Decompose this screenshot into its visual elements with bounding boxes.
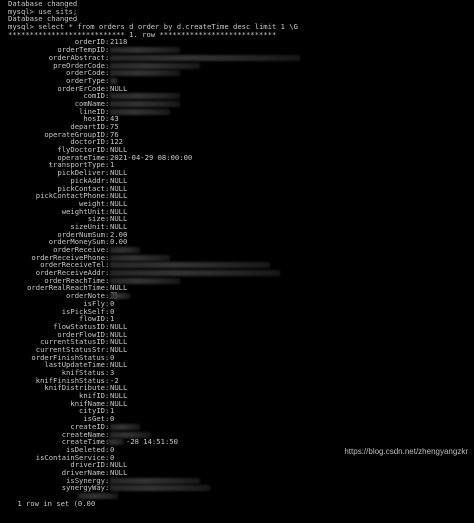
terminal-window[interactable]: Database changed mysql> use sits; Database… bbox=[0, 0, 474, 507]
table-row: comName: bbox=[0, 100, 474, 108]
table-row: driverID: NULL bbox=[0, 461, 474, 469]
field-value: 0 bbox=[110, 414, 115, 424]
redaction-blur bbox=[110, 54, 300, 61]
table-row: knifDistribute: NULL bbox=[0, 384, 474, 392]
result-footer: 1 row in set (0.00 bbox=[0, 492, 474, 507]
redaction-blur bbox=[110, 485, 210, 492]
redaction-blur bbox=[110, 247, 140, 253]
row-separator: *************************** 1. row *****… bbox=[8, 29, 277, 39]
table-row: orderNote:测 bbox=[0, 292, 474, 300]
table-row: weightUnit: NULL bbox=[0, 207, 474, 216]
redaction-blur bbox=[110, 423, 140, 430]
redaction-blur bbox=[110, 108, 170, 115]
redaction-blur bbox=[110, 77, 118, 84]
watermark-text: https://blog.csdn.net/zhengyangzkr bbox=[344, 447, 468, 457]
result-rows: orderID:2118 orderTempID: orderAbstract: pr… bbox=[0, 38, 474, 492]
table-row: isSynergy: bbox=[0, 475, 474, 485]
table-row: lineID: bbox=[0, 107, 474, 116]
table-row: comID: bbox=[0, 92, 474, 100]
footer-text: 1 row in set (0.00 bbox=[17, 498, 96, 508]
table-row: knifName: NULL bbox=[0, 400, 474, 408]
field-name: isSynergy bbox=[66, 475, 105, 485]
redaction-blur bbox=[110, 477, 200, 484]
field-colon: : bbox=[105, 483, 110, 493]
table-row: isPickSelf:0 bbox=[0, 307, 474, 316]
field-value: NULL bbox=[110, 83, 128, 93]
redaction-blur bbox=[110, 100, 180, 107]
field-name: synergyWay bbox=[61, 483, 105, 493]
redaction-blur bbox=[110, 262, 270, 269]
field-value: 0 bbox=[110, 452, 115, 462]
field-value: 2021-04-29 08:00:00 bbox=[110, 152, 193, 162]
field-value: NULL bbox=[110, 467, 128, 477]
field-name: driverName bbox=[61, 467, 105, 477]
redaction-blur bbox=[110, 70, 180, 77]
table-row: pickContactPhone: NULL bbox=[0, 192, 474, 200]
redaction-blur bbox=[110, 270, 280, 277]
table-row: driverName: NULL bbox=[0, 469, 474, 477]
redaction-blur bbox=[78, 493, 118, 499]
redaction-blur bbox=[110, 47, 180, 54]
terminal-header: Database changed mysql> use sits; Database… bbox=[0, 0, 474, 38]
field-colon: : bbox=[105, 460, 110, 470]
field-colon: : bbox=[105, 475, 110, 485]
field-name: isContainService bbox=[35, 452, 105, 462]
table-row: synergyWay: bbox=[0, 484, 474, 492]
table-row: cityID:1 bbox=[0, 407, 474, 415]
field-value: -28 14:51:50 bbox=[126, 437, 178, 447]
redaction-blur bbox=[110, 93, 180, 100]
table-row: orderErCode: NULL bbox=[0, 83, 474, 93]
field-value: 2118 bbox=[110, 37, 128, 47]
field-value: NULL bbox=[110, 460, 128, 470]
redaction-blur bbox=[110, 62, 200, 69]
field-colon: : bbox=[105, 467, 110, 477]
field-value: 0.00 bbox=[110, 237, 128, 247]
field-colon: : bbox=[105, 452, 110, 462]
redaction-blur bbox=[110, 254, 170, 261]
field-name: driverID bbox=[70, 460, 105, 470]
